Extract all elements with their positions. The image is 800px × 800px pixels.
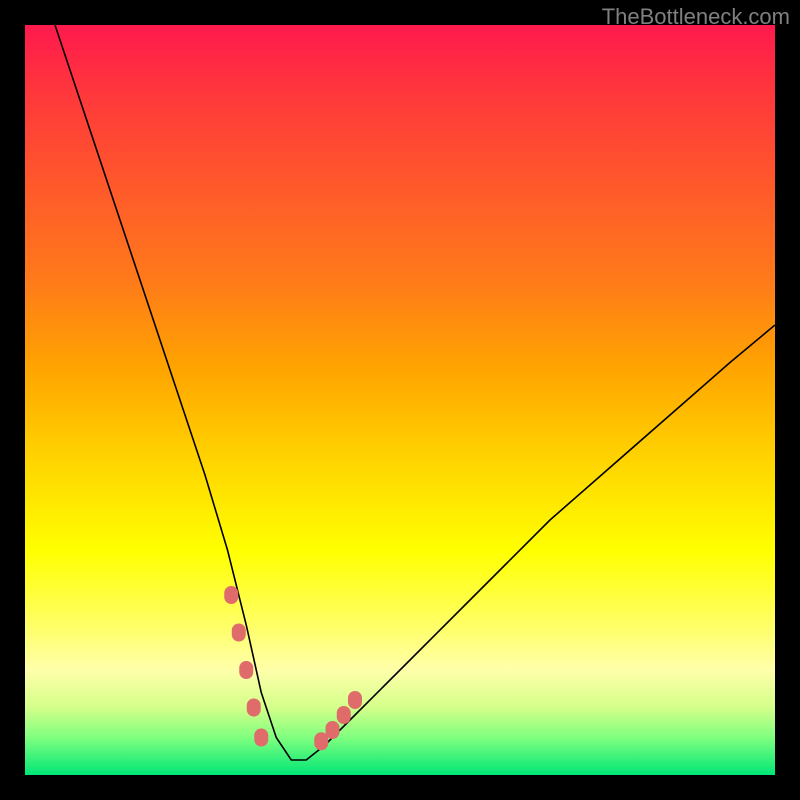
data-marker (337, 706, 351, 724)
data-marker (247, 699, 261, 717)
chart-svg-overlay (25, 25, 775, 775)
data-marker (239, 661, 253, 679)
data-marker (314, 732, 328, 750)
chart-container: TheBottleneck.com (0, 0, 800, 800)
data-marker (254, 729, 268, 747)
markers-right-group (314, 691, 362, 750)
data-marker (348, 691, 362, 709)
data-marker (232, 624, 246, 642)
watermark-text: TheBottleneck.com (602, 4, 790, 30)
bottleneck-curve (55, 25, 775, 760)
data-marker (326, 721, 340, 739)
markers-left-group (224, 586, 268, 747)
data-marker (224, 586, 238, 604)
